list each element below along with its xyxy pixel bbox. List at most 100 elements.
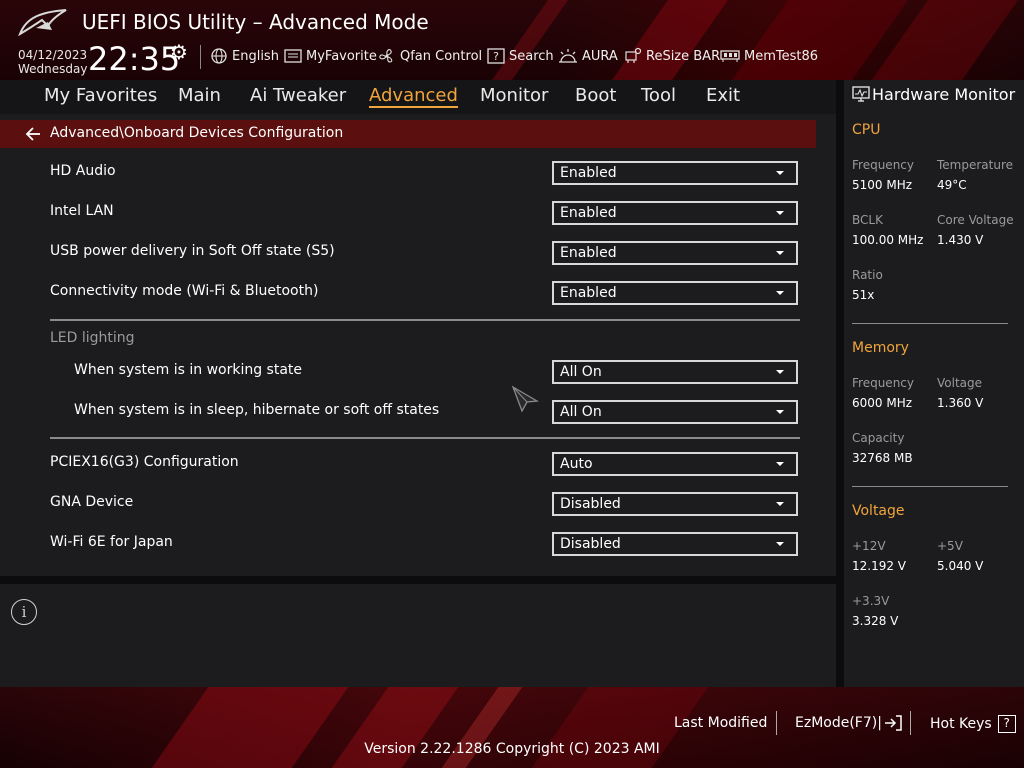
header-bar: UEFI BIOS Utility – Advanced Mode 04/12/… (0, 0, 1024, 80)
app-title: UEFI BIOS Utility – Advanced Mode (82, 10, 429, 34)
v12-label: +12V (852, 539, 886, 553)
monitor-icon (852, 86, 870, 102)
globe-icon (211, 48, 227, 64)
language-label: English (232, 48, 279, 64)
last-modified-button[interactable]: Last Modified (674, 715, 767, 731)
tab-advanced[interactable]: Advanced (369, 85, 458, 108)
cpu-ratio-value: 51x (852, 288, 875, 302)
tab-exit[interactable]: Exit (706, 85, 740, 106)
search-button[interactable]: ? Search (487, 46, 554, 66)
rog-logo-icon (18, 9, 67, 36)
setting-label-gna-device: GNA Device (50, 494, 134, 510)
wifi-6e-japan-value: Disabled (560, 536, 621, 552)
info-icon: i (11, 599, 37, 625)
sleep-state-led-value: All On (560, 404, 602, 420)
chevron-down-icon (776, 410, 784, 414)
v5-value: 5.040 V (937, 559, 984, 573)
hw-divider (852, 486, 1008, 487)
led-lighting-heading: LED lighting (50, 330, 135, 346)
clock-time: 22:35 (88, 40, 181, 78)
hardware-monitor-panel: Hardware Monitor CPU Frequency 5100 MHz … (844, 80, 1024, 687)
setting-label-connectivity-mode: Connectivity mode (Wi-Fi & Bluetooth) (50, 283, 319, 299)
cpu-frequency-value: 5100 MHz (852, 178, 913, 192)
working-state-led-value: All On (560, 364, 602, 380)
footer-bar: Last Modified EzMode(F7)| Hot Keys ? Ver… (0, 687, 1024, 768)
date-display: 04/12/2023 Wednesday (18, 48, 87, 76)
breadcrumb-path: Advanced\Onboard Devices Configuration (50, 125, 344, 141)
hd-audio-select[interactable]: Enabled (552, 161, 798, 185)
ezmode-button[interactable]: EzMode(F7)| (795, 715, 902, 731)
setting-label-intel-lan: Intel LAN (50, 203, 114, 219)
voltage-heading: Voltage (852, 503, 905, 519)
tab-monitor[interactable]: Monitor (480, 85, 548, 106)
qfan-control-button[interactable]: Qfan Control (378, 46, 482, 66)
resize-bar-label: ReSize BAR (646, 48, 721, 64)
favorite-icon (284, 49, 302, 63)
setting-label-hd-audio: HD Audio (50, 163, 116, 179)
resize-bar-button[interactable]: ReSize BAR (624, 46, 720, 66)
tab-tool[interactable]: Tool (641, 85, 676, 106)
sleep-state-led-select[interactable]: All On (552, 400, 798, 424)
setting-label-working-state: When system is in working state (74, 362, 303, 378)
weekday-text: Wednesday (18, 62, 88, 76)
pciex16-config-select[interactable]: Auto (552, 452, 798, 476)
cpu-temperature-label: Temperature (937, 158, 1014, 172)
v5-label: +5V (937, 539, 963, 553)
cpu-core-voltage-value: 1.430 V (937, 233, 984, 247)
ezmode-label: EzMode(F7)| (795, 715, 882, 731)
cpu-heading: CPU (852, 122, 881, 138)
search-help-icon: ? (487, 48, 505, 64)
section-divider (50, 437, 800, 439)
gna-device-select[interactable]: Disabled (552, 492, 798, 516)
memory-capacity-value: 32768 MB (852, 451, 913, 465)
hot-keys-help-icon: ? (997, 715, 1016, 733)
chevron-down-icon (776, 251, 784, 255)
section-divider (50, 319, 800, 321)
connectivity-mode-select[interactable]: Enabled (552, 281, 798, 305)
usb-power-delivery-select[interactable]: Enabled (552, 241, 798, 265)
pciex16-config-value: Auto (560, 456, 593, 472)
language-button[interactable]: English (210, 46, 279, 66)
fan-icon (379, 49, 393, 63)
last-modified-label: Last Modified (674, 715, 768, 731)
memory-frequency-value: 6000 MHz (852, 396, 913, 410)
header-divider (200, 45, 201, 69)
hot-keys-button[interactable]: Hot Keys ? (930, 715, 1016, 733)
svg-text:?: ? (493, 50, 499, 63)
setting-label-usb-power-delivery: USB power delivery in Soft Off state (S5… (50, 243, 335, 259)
chevron-down-icon (776, 462, 784, 466)
clock-settings-gear-icon[interactable]: ⚙ (170, 40, 188, 64)
tab-boot[interactable]: Boot (575, 85, 616, 106)
aura-label: AURA (582, 48, 618, 64)
chevron-down-icon (776, 291, 784, 295)
cpu-ratio-label: Ratio (852, 268, 883, 282)
wifi-6e-japan-select[interactable]: Disabled (552, 532, 798, 556)
settings-panel: Advanced\Onboard Devices Configuration H… (0, 114, 836, 576)
help-description-panel: i (0, 584, 836, 687)
resize-bar-icon (625, 47, 642, 63)
hd-audio-value: Enabled (560, 165, 617, 181)
tab-main[interactable]: Main (178, 85, 221, 106)
search-label: Search (509, 48, 554, 64)
memory-voltage-value: 1.360 V (937, 396, 984, 410)
aura-button[interactable]: AURA (558, 46, 618, 66)
connectivity-mode-value: Enabled (560, 285, 617, 301)
memtest86-button[interactable]: MemTest86 (720, 46, 818, 66)
tab-my-favorites[interactable]: My Favorites (44, 85, 157, 106)
back-arrow-icon[interactable] (25, 127, 41, 141)
intel-lan-value: Enabled (560, 205, 617, 221)
tab-ai-tweaker[interactable]: Ai Tweaker (250, 85, 346, 106)
working-state-led-select[interactable]: All On (552, 360, 798, 384)
hardware-monitor-title: Hardware Monitor (872, 85, 1016, 104)
footer-divider (910, 711, 911, 735)
hot-keys-label: Hot Keys (930, 716, 992, 732)
intel-lan-select[interactable]: Enabled (552, 201, 798, 225)
setting-label-pciex16-config: PCIEX16(G3) Configuration (50, 454, 239, 470)
exit-to-ezmode-icon (884, 715, 902, 731)
chevron-down-icon (776, 370, 784, 374)
myfavorite-button[interactable]: MyFavorite (284, 46, 377, 66)
memory-frequency-label: Frequency (852, 376, 914, 390)
chevron-down-icon (776, 502, 784, 506)
cpu-core-voltage-label: Core Voltage (937, 213, 1014, 227)
chevron-down-icon (776, 542, 784, 546)
